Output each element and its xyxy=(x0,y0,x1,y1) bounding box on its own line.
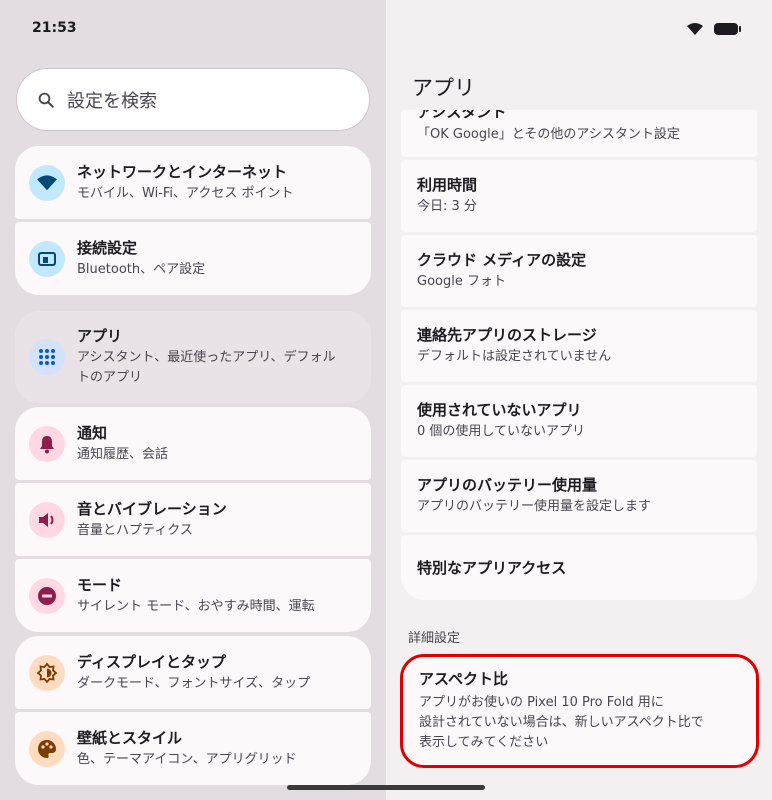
item-title: ディスプレイとタップ xyxy=(77,652,226,671)
item-subtitle-line3: 表示してみてください xyxy=(419,735,549,750)
item-subtitle: デフォルトは設定されていません xyxy=(417,349,612,364)
item-title: モード xyxy=(77,575,123,594)
settings-item-sound[interactable]: 音とバイブレーション 音量とハプティクス xyxy=(15,483,371,556)
settings-item-display[interactable]: ディスプレイとタップ ダークモード、フォントサイズ、タップ xyxy=(15,636,371,709)
battery-icon xyxy=(714,23,741,35)
item-subtitle: 通知履歴、会話 xyxy=(77,446,169,462)
item-subtitle: モバイル、Wi-Fi、アクセス ポイント xyxy=(77,185,294,201)
panel-item-app-battery[interactable]: アプリのバッテリー使用量 アプリのバッテリー使用量を設定します xyxy=(401,460,757,532)
connected-devices-icon xyxy=(29,240,65,277)
gesture-nav-handle[interactable] xyxy=(287,785,485,790)
item-title: 利用時間 xyxy=(417,176,478,194)
item-title: 特別なアプリアクセス xyxy=(417,558,567,577)
item-title: ネットワークとインターネット xyxy=(77,162,288,181)
bell-icon xyxy=(29,425,65,462)
palette-icon xyxy=(29,730,65,767)
panel-item-cloud-media[interactable]: クラウド メディアの設定 Google フォト xyxy=(401,235,757,307)
settings-item-network[interactable]: ネットワークとインターネット モバイル、Wi-Fi、アクセス ポイント xyxy=(15,146,371,219)
item-subtitle: サイレント モード、おやすみ時間、運転 xyxy=(77,598,315,614)
dnd-icon xyxy=(29,577,65,614)
item-title: アプリのバッテリー使用量 xyxy=(417,476,598,494)
item-title: 連絡先アプリのストレージ xyxy=(417,326,597,344)
search-icon xyxy=(38,92,54,108)
panel-item-special-app-access[interactable]: 特別なアプリアクセス xyxy=(401,535,757,600)
item-title: 通知 xyxy=(77,423,108,442)
item-title: 接続設定 xyxy=(77,238,138,257)
item-title: アプリ xyxy=(77,327,123,345)
settings-item-apps[interactable]: アプリ アシスタント、最近使ったアプリ、デフォルトのアプリ xyxy=(15,311,371,403)
item-subtitle: 「OK Google」とその他のアシスタント設定 xyxy=(417,127,680,142)
item-subtitle: Google フォト xyxy=(417,274,506,289)
panel-item-assistant[interactable]: アシスタント 「OK Google」とその他のアシスタント設定 xyxy=(401,110,757,157)
item-subtitle: アプリのバッテリー使用量を設定します xyxy=(417,499,652,514)
panel-item-aspect-ratio[interactable]: アスペクト比 アプリがお使いの Pixel 10 Pro Fold 用に 設計さ… xyxy=(400,654,759,768)
panel-item-screen-time[interactable]: 利用時間 今日: 3 分 xyxy=(401,160,757,232)
apps-grid-icon xyxy=(29,339,65,375)
settings-item-wallpaper[interactable]: 壁紙とスタイル 色、テーマアイコン、アプリグリッド xyxy=(15,712,371,785)
item-subtitle-line1: アプリがお使いの Pixel 10 Pro Fold 用に xyxy=(419,695,664,710)
item-subtitle: 色、テーマアイコン、アプリグリッド xyxy=(77,751,297,767)
item-subtitle: アシスタント、最近使ったアプリ、デフォルトのアプリ xyxy=(77,350,336,385)
settings-item-connected-devices[interactable]: 接続設定 Bluetooth、ペア設定 xyxy=(15,222,371,295)
item-title: アシスタント xyxy=(417,110,507,121)
page-title: アプリ xyxy=(412,76,475,100)
item-title: 使用されていないアプリ xyxy=(417,401,582,419)
wifi-status-icon xyxy=(687,23,703,35)
settings-item-notifications[interactable]: 通知 通知履歴、会話 xyxy=(15,407,371,480)
item-title: 壁紙とスタイル xyxy=(77,728,183,747)
item-subtitle: Bluetooth、ペア設定 xyxy=(77,261,206,277)
item-title: 音とバイブレーション xyxy=(77,499,227,518)
brightness-icon xyxy=(29,654,65,691)
settings-item-modes[interactable]: モード サイレント モード、おやすみ時間、運転 xyxy=(15,559,371,632)
panel-item-contacts-storage[interactable]: 連絡先アプリのストレージ デフォルトは設定されていません xyxy=(401,310,757,382)
volume-icon xyxy=(29,501,65,538)
item-subtitle: ダークモード、フォントサイズ、タップ xyxy=(77,675,311,691)
status-time: 21:53 xyxy=(32,20,77,36)
item-title: アスペクト比 xyxy=(419,670,508,688)
item-subtitle: 0 個の使用していないアプリ xyxy=(417,424,586,439)
search-placeholder: 設定を検索 xyxy=(67,90,157,112)
item-subtitle: 今日: 3 分 xyxy=(417,199,477,214)
wifi-icon xyxy=(29,164,65,201)
section-header-advanced: 詳細設定 xyxy=(408,631,461,646)
panel-item-unused-apps[interactable]: 使用されていないアプリ 0 個の使用していないアプリ xyxy=(401,385,757,457)
item-title: クラウド メディアの設定 xyxy=(417,251,587,269)
status-icons xyxy=(686,22,741,36)
item-subtitle-line2: 設計されていない場合は、新しいアスペクト比で xyxy=(419,715,704,730)
search-bar[interactable]: 設定を検索 xyxy=(16,68,370,131)
item-subtitle: 音量とハプティクス xyxy=(77,522,193,538)
